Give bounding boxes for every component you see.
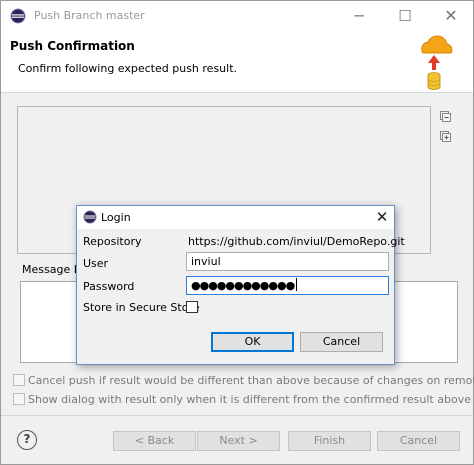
window-title: Push Branch master — [34, 9, 145, 22]
user-label: User — [83, 257, 109, 270]
login-title-bar[interactable]: Login ✕ — [77, 206, 394, 229]
password-dots: ●●●●●●●●●●●● — [191, 279, 295, 292]
password-field[interactable]: ●●●●●●●●●●●● — [186, 276, 389, 295]
expand-all-icon[interactable] — [439, 130, 452, 143]
show-dialog-option[interactable]: Show dialog with result only when it is … — [13, 393, 471, 406]
store-label: Store in Secure Store — [83, 301, 200, 314]
next-button[interactable]: Next > — [197, 431, 280, 451]
repository-value: https://github.com/inviul/DemoRepo.git — [188, 235, 405, 248]
cancel-push-option[interactable]: Cancel push if result would be different… — [13, 374, 474, 387]
finish-button[interactable]: Finish — [288, 431, 371, 451]
ok-button[interactable]: OK — [211, 332, 294, 352]
login-cancel-button[interactable]: Cancel — [300, 332, 383, 352]
text-caret — [296, 278, 298, 291]
eclipse-icon — [83, 210, 97, 224]
eclipse-icon — [10, 8, 26, 24]
user-field[interactable]: inviul — [186, 252, 389, 271]
show-dialog-checkbox[interactable] — [13, 393, 25, 405]
login-title: Login — [101, 211, 131, 224]
cloud-upload-database-icon — [421, 35, 453, 90]
password-label: Password — [83, 280, 135, 293]
close-icon[interactable]: ✕ — [436, 1, 466, 31]
close-icon[interactable]: ✕ — [373, 207, 391, 227]
footer-divider — [1, 415, 473, 416]
login-dialog: Login ✕ Repository https://github.com/in… — [76, 205, 405, 365]
cancel-push-checkbox[interactable] — [13, 374, 25, 386]
cancel-push-label: Cancel push if result would be different… — [28, 374, 474, 387]
show-dialog-label: Show dialog with result only when it is … — [28, 393, 471, 406]
store-secure-checkbox[interactable] — [186, 301, 198, 313]
wizard-banner: Push Confirmation Confirm following expe… — [1, 31, 473, 93]
cancel-button[interactable]: Cancel — [377, 431, 460, 451]
help-icon[interactable]: ? — [17, 430, 37, 450]
page-description: Confirm following expected push result. — [18, 62, 238, 75]
back-button[interactable]: < Back — [113, 431, 196, 451]
title-bar[interactable]: Push Branch master ─ ☐ ✕ — [1, 1, 473, 31]
minimize-icon[interactable]: ─ — [344, 1, 374, 31]
page-title: Push Confirmation — [10, 39, 135, 53]
repository-label: Repository — [83, 235, 142, 248]
collapse-all-icon[interactable] — [439, 110, 452, 123]
maximize-icon[interactable]: ☐ — [390, 1, 420, 31]
